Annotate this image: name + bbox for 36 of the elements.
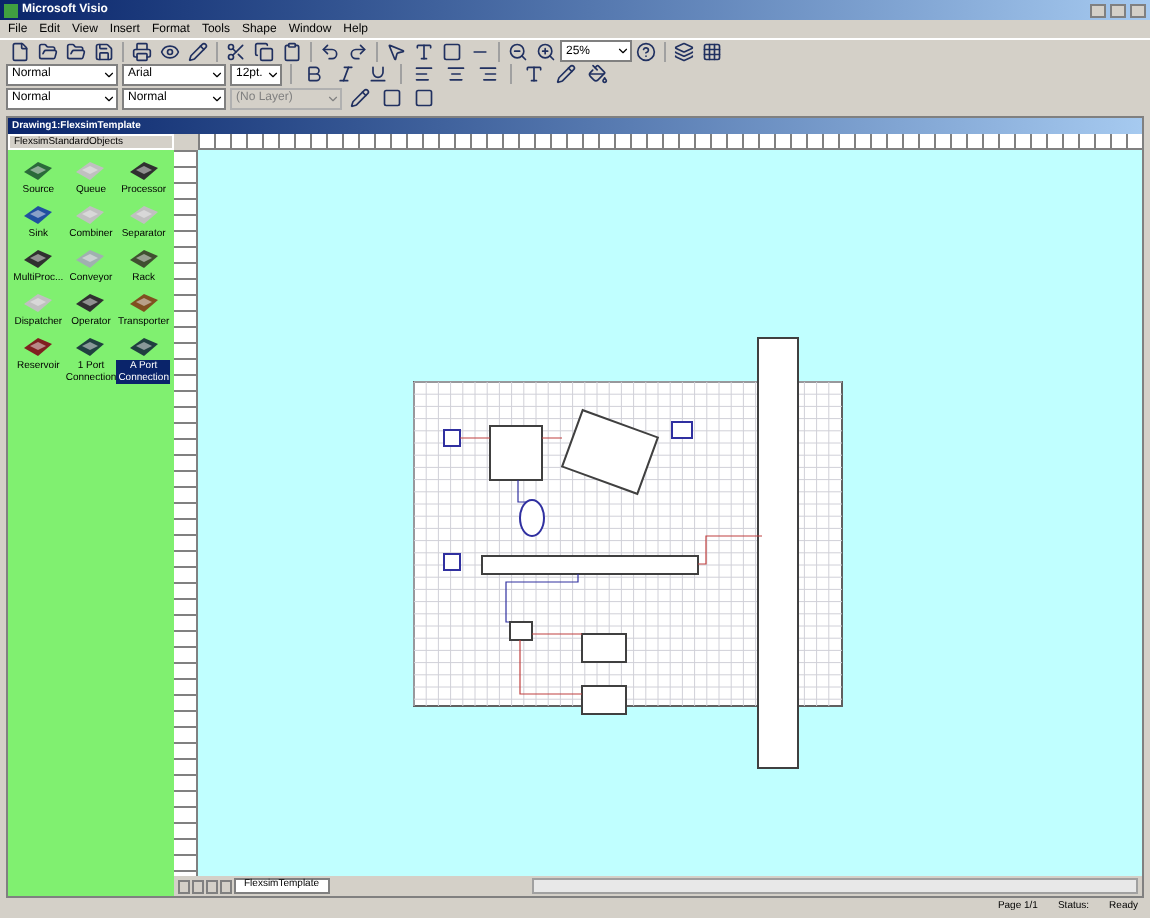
stencil-shape-icon (74, 290, 107, 314)
stencil-shape-icon (127, 334, 160, 358)
stencil-shape-icon (22, 334, 55, 358)
folder-icon[interactable] (34, 39, 62, 63)
stencil-shape-icon (127, 246, 160, 270)
stencil-shape-icon (127, 290, 160, 314)
rectangle-icon[interactable] (438, 39, 466, 63)
preview-icon[interactable] (156, 39, 184, 63)
printer-icon[interactable] (128, 39, 156, 63)
stencil-shape-icon (22, 158, 55, 182)
app-icon (4, 3, 18, 17)
stencil-shape-icon (127, 202, 160, 226)
pointer-icon[interactable] (382, 39, 410, 63)
align-left-icon[interactable] (410, 62, 438, 86)
folder-icon[interactable] (62, 39, 90, 63)
horizontal-scrollbar[interactable] (531, 878, 1138, 894)
stencil-shape-icon (74, 246, 107, 270)
zoom-out-icon[interactable] (504, 39, 532, 63)
stencil-shape-icon (22, 202, 55, 226)
shape-icon[interactable] (410, 86, 438, 110)
fill-color-icon[interactable] (584, 62, 612, 86)
stencil-shape-icon (127, 158, 160, 182)
stencil-shape-icon (74, 202, 107, 226)
stencil-shape-icon (74, 158, 107, 182)
zoom-in-icon[interactable] (532, 39, 560, 63)
pencil-icon[interactable] (346, 86, 374, 110)
save-icon[interactable] (90, 39, 118, 63)
stencil-shape-icon (74, 334, 107, 358)
align-right-icon[interactable] (474, 62, 502, 86)
copy-icon[interactable] (250, 39, 278, 63)
stencil-shape-icon (22, 290, 55, 314)
help-icon[interactable] (632, 39, 660, 63)
align-center-icon[interactable] (442, 62, 470, 86)
layers-icon[interactable] (670, 39, 698, 63)
stencil-shape-icon (22, 246, 55, 270)
grid-icon[interactable] (698, 39, 726, 63)
